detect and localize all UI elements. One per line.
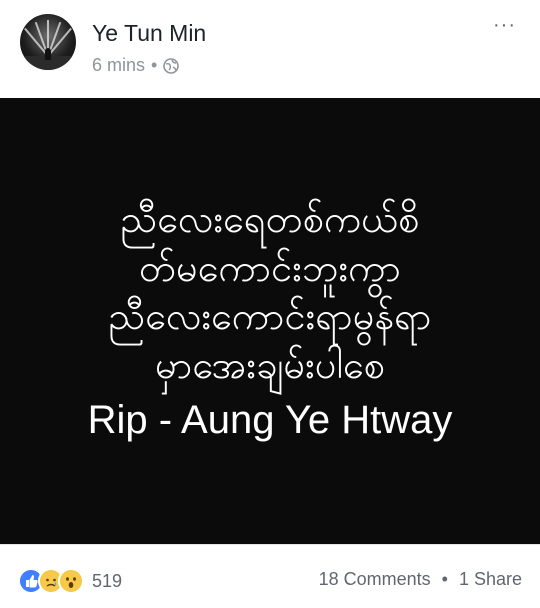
post-text-line: ညီလေးရေတစ်ကယ်စိ xyxy=(120,199,420,242)
engagement-stats: 18 Comments • 1 Share xyxy=(319,569,522,590)
globe-icon[interactable] xyxy=(163,57,180,74)
post-footer: 519 18 Comments • 1 Share xyxy=(0,544,540,608)
post-image[interactable]: ညီလေးရေတစ်ကယ်စိ တ်မကောင်းဘူးကွာ ညီလေးကော… xyxy=(0,98,540,544)
shares-link[interactable]: 1 Share xyxy=(459,569,522,589)
post-text-line: မှာအေးချမ်းပါစေ xyxy=(154,345,385,388)
post-text-line: တ်မကောင်းဘူးကွာ xyxy=(139,247,401,290)
post-meta: 6 mins • xyxy=(92,55,180,76)
reaction-count: 519 xyxy=(92,570,123,591)
wow-icon xyxy=(58,568,84,594)
comments-link[interactable]: 18 Comments xyxy=(319,569,431,589)
avatar[interactable] xyxy=(20,14,76,70)
more-options-icon[interactable]: ··· xyxy=(493,14,516,37)
author-name[interactable]: Ye Tun Min xyxy=(92,20,206,47)
post-text-line: ညီလေးကောင်းရာမွန်ရာ xyxy=(108,296,432,339)
post-text-line: Rip - Aung Ye Htway xyxy=(87,397,453,442)
post-header: Ye Tun Min 6 mins • ··· xyxy=(0,0,540,98)
stats-separator: • xyxy=(441,569,448,589)
reactions-summary[interactable]: 519 xyxy=(18,568,122,594)
meta-separator: • xyxy=(151,55,158,75)
timestamp[interactable]: 6 mins xyxy=(92,55,145,76)
